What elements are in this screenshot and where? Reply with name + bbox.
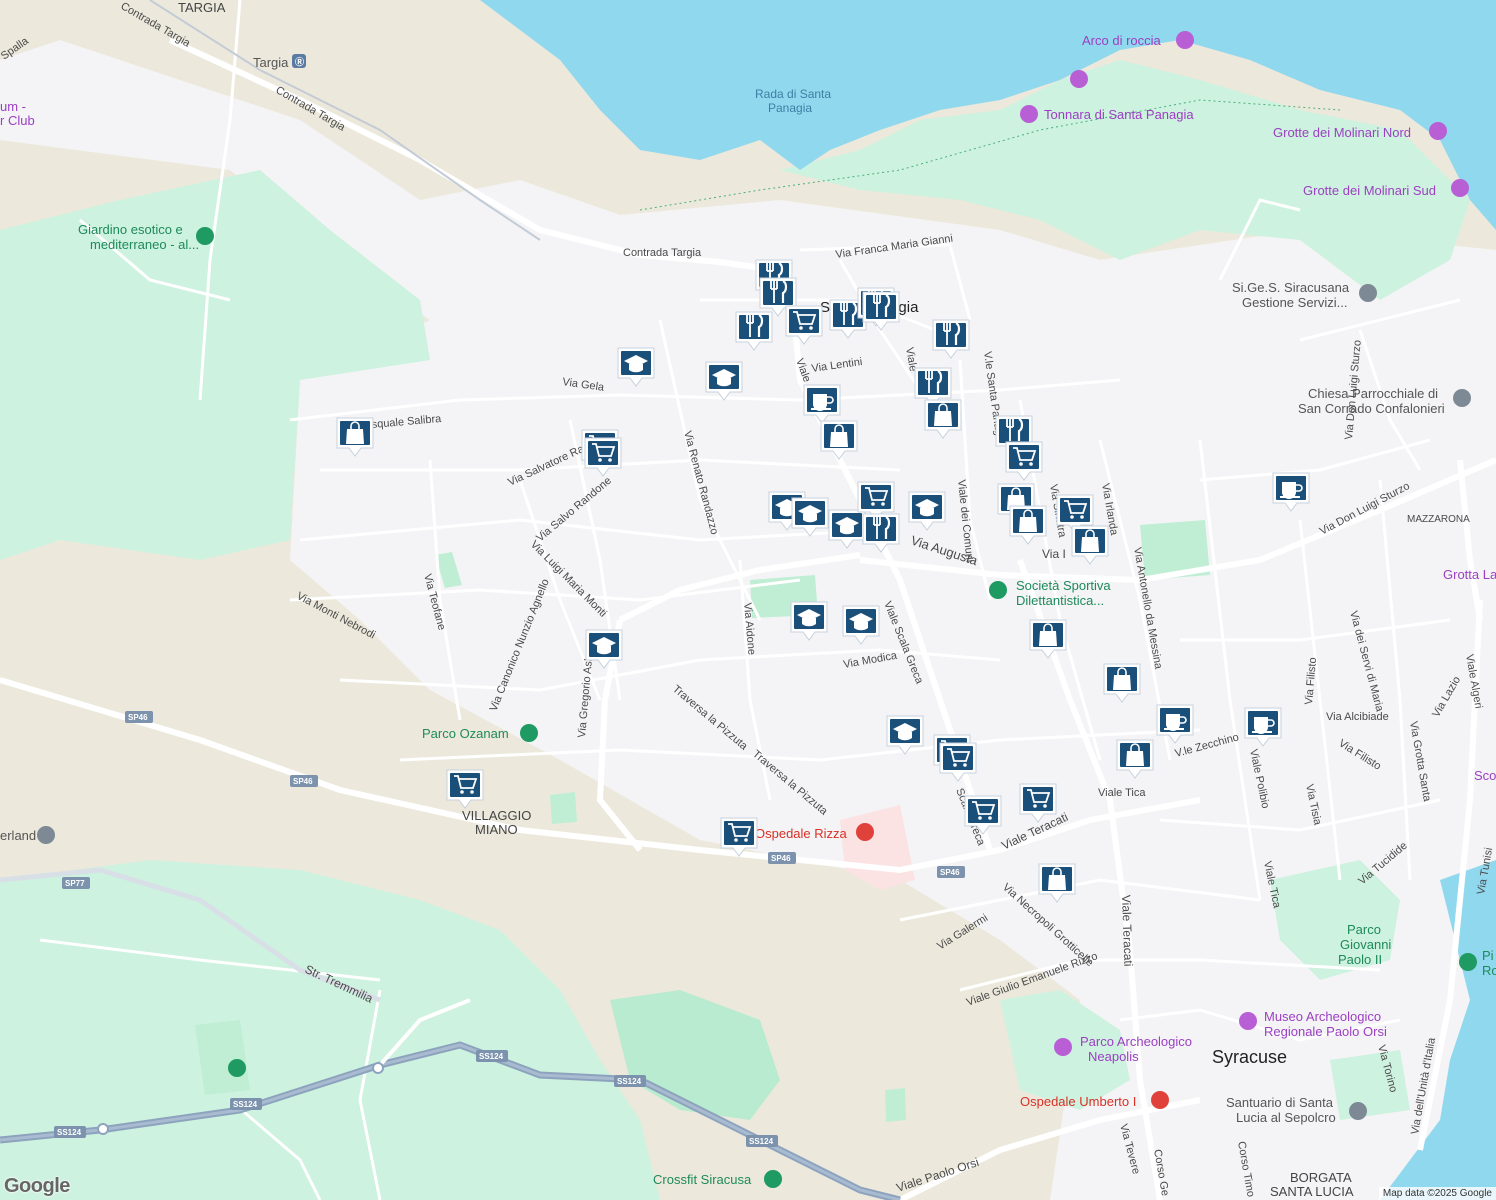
poi-label: Pi (1482, 948, 1494, 963)
road-label: Viale Tica (1098, 787, 1146, 799)
place-label-mazzarona: MAZZARONA (1407, 514, 1470, 525)
place-label-syracuse: Syracuse (1212, 1047, 1287, 1067)
hospital-icon (1151, 1091, 1169, 1109)
church-icon (1349, 1102, 1367, 1120)
place-label-targia: TARGIA (178, 0, 226, 15)
svg-text:Ⓡ: Ⓡ (295, 56, 304, 67)
poi-label: Grotte dei Molinari Nord (1273, 125, 1411, 140)
road-shield: SP46 (768, 852, 796, 864)
road-shield: SS124 (54, 1126, 86, 1138)
shield-label: SS124 (479, 1052, 504, 1061)
church-icon (1453, 389, 1471, 407)
poi-label: Museo Archeologico (1264, 1009, 1381, 1024)
road-shield: SP77 (62, 877, 90, 889)
pin-icon (37, 826, 55, 844)
poi-label: Società Sportiva (1016, 578, 1111, 593)
road-label: Contrada Targia (623, 247, 702, 259)
road-shield: SP46 (290, 775, 318, 787)
camera-icon (1451, 179, 1469, 197)
poi-label: Parco Ozanam (422, 726, 509, 741)
park-pin-icon[interactable] (228, 1059, 246, 1077)
road-shield: SP46 (937, 866, 965, 878)
poi-tonnara[interactable]: Tonnara di Santa Panagia (1020, 105, 1194, 123)
shield-label: SP77 (65, 879, 85, 888)
poi-label: Arco di roccia (1082, 33, 1162, 48)
shield-label: SS124 (749, 1137, 774, 1146)
water-label-rada-1: Rada di Santa (755, 87, 831, 101)
poi-label: Gestione Servizi... (1242, 295, 1348, 310)
poi-label: Lucia al Sepolcro (1236, 1110, 1336, 1125)
poi-sco[interactable]: Sco (1474, 768, 1496, 783)
poi-label: Parco (1347, 922, 1381, 937)
road-label: Via Alcibiade (1326, 711, 1389, 723)
poi-label: Giovanni (1340, 937, 1391, 952)
road-shield: SS124 (230, 1098, 262, 1110)
pin-icon (1359, 284, 1377, 302)
shield-label: SP46 (128, 713, 148, 722)
road-label: Via I (1042, 547, 1066, 561)
poi-label: Dilettantistica... (1016, 593, 1104, 608)
hospital-icon (856, 823, 874, 841)
poi-label: Santuario di Santa (1226, 1095, 1334, 1110)
place-label-borgata: BORGATA (1290, 1170, 1352, 1185)
pin-icon (1459, 953, 1477, 971)
tree-icon (520, 724, 538, 742)
poi-label: Si.Ge.S. Siracusana (1232, 280, 1350, 295)
train-station-icon: Ⓡ (292, 54, 306, 68)
poi-label: Crossfit Siracusa (653, 1172, 752, 1187)
road-shield: SS124 (614, 1075, 646, 1087)
water-label-rada-2: Panagia (768, 101, 812, 115)
poi-label: Grotte dei Molinari Sud (1303, 183, 1436, 198)
poi-label: Parco Archeologico (1080, 1034, 1192, 1049)
poi-label: Ospedale Umberto I (1020, 1094, 1136, 1109)
poi-um-club-1[interactable]: um - (0, 99, 26, 114)
pin-icon (989, 581, 1007, 599)
shield-label: SP46 (771, 854, 791, 863)
shield-label: SS124 (57, 1128, 82, 1137)
shield-label: SP46 (940, 868, 960, 877)
camera-icon (1020, 105, 1038, 123)
camera-icon (1429, 122, 1447, 140)
poi-grotta-la[interactable]: Grotta La (1443, 567, 1496, 582)
poi-label: Tonnara di Santa Panagia (1044, 107, 1194, 122)
camera-icon (1070, 70, 1088, 88)
road-shield: SP46 (125, 711, 153, 723)
poi-label: Giardino esotico e (78, 222, 183, 237)
camera-icon (1176, 31, 1194, 49)
museum-icon (1239, 1012, 1257, 1030)
road-shield: SS124 (746, 1135, 778, 1147)
poi-label: Chiesa Parrocchiale di (1308, 386, 1438, 401)
poi-label: Regionale Paolo Orsi (1264, 1024, 1387, 1039)
poi-label: Ospedale Rizza (755, 826, 848, 841)
poi-label: mediterraneo - al... (90, 237, 199, 252)
poi-erland[interactable]: erland (0, 826, 55, 844)
poi-label: Neapolis (1088, 1049, 1139, 1064)
shield-label: SP46 (293, 777, 313, 786)
junction-icon (97, 1123, 109, 1135)
poi-label: erland (0, 828, 36, 843)
place-label-santa-lucia: SANTA LUCIA (1270, 1184, 1354, 1199)
google-logo: Google (4, 1175, 70, 1197)
map-attribution[interactable]: Map data ©2025 Google (1378, 1187, 1496, 1200)
poi-label: Ro (1482, 963, 1496, 978)
poi-label: Paolo II (1338, 952, 1382, 967)
flower-icon (196, 227, 214, 245)
camera-icon (1054, 1038, 1072, 1056)
road-shield: SS124 (476, 1050, 508, 1062)
place-label-villaggio: VILLAGGIO (462, 808, 531, 823)
poi-um-club-2[interactable]: r Club (0, 113, 35, 128)
station-label-targia: Targia (253, 55, 289, 70)
map-canvas[interactable]: TARGIA Targia Ⓡ Santa Panagia VILLAGGIO … (0, 0, 1496, 1200)
road-label: Viale Teracati (1119, 895, 1135, 967)
poi-label: San Corrado Confalonieri (1298, 401, 1445, 416)
shield-label: SS124 (233, 1100, 258, 1109)
pin-icon (764, 1170, 782, 1188)
shield-label: SS124 (617, 1077, 642, 1086)
place-label-miano: MIANO (475, 822, 518, 837)
junction-icon (372, 1062, 384, 1074)
